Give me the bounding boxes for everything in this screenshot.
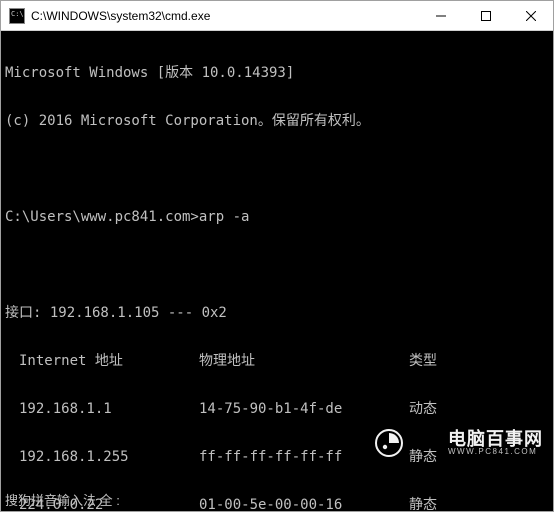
command-text: arp -a <box>199 209 250 225</box>
close-button[interactable] <box>508 1 553 30</box>
banner-line2: (c) 2016 Microsoft Corporation。保留所有权利。 <box>5 113 549 129</box>
watermark-en: WWW.PC841.COM <box>448 448 543 456</box>
prompt-path: C:\Users\www.pc841.com> <box>5 209 199 225</box>
header-mac: 物理地址 <box>199 353 409 369</box>
window-buttons <box>418 1 553 30</box>
arp-header-row: Internet 地址 物理地址 类型 <box>5 353 549 369</box>
terminal-area[interactable]: Microsoft Windows [版本 10.0.14393] (c) 20… <box>1 31 553 511</box>
blank-line <box>5 161 549 177</box>
header-type: 类型 <box>409 353 437 369</box>
cmd-icon: C:\ <box>9 8 25 24</box>
svg-text:C:\: C:\ <box>11 10 24 18</box>
blank-line <box>5 257 549 273</box>
banner-line1: Microsoft Windows [版本 10.0.14393] <box>5 65 549 81</box>
window-title: C:\WINDOWS\system32\cmd.exe <box>31 9 418 23</box>
watermark-text: 电脑百事网 WWW.PC841.COM <box>448 430 543 456</box>
watermark-cn: 电脑百事网 <box>448 430 543 448</box>
header-ip: Internet 地址 <box>19 353 199 369</box>
interface-line: 接口: 192.168.1.105 --- 0x2 <box>5 305 549 321</box>
ime-status: 搜狗拼音输入法 全 : <box>5 493 120 509</box>
minimize-button[interactable] <box>418 1 463 30</box>
titlebar[interactable]: C:\ C:\WINDOWS\system32\cmd.exe <box>1 1 553 31</box>
watermark: 电脑百事网 WWW.PC841.COM <box>375 397 543 489</box>
watermark-icon <box>375 397 442 489</box>
cmd-window: C:\ C:\WINDOWS\system32\cmd.exe Microsof… <box>0 0 554 512</box>
maximize-button[interactable] <box>463 1 508 30</box>
prompt-line-1: C:\Users\www.pc841.com>arp -a <box>5 209 549 225</box>
